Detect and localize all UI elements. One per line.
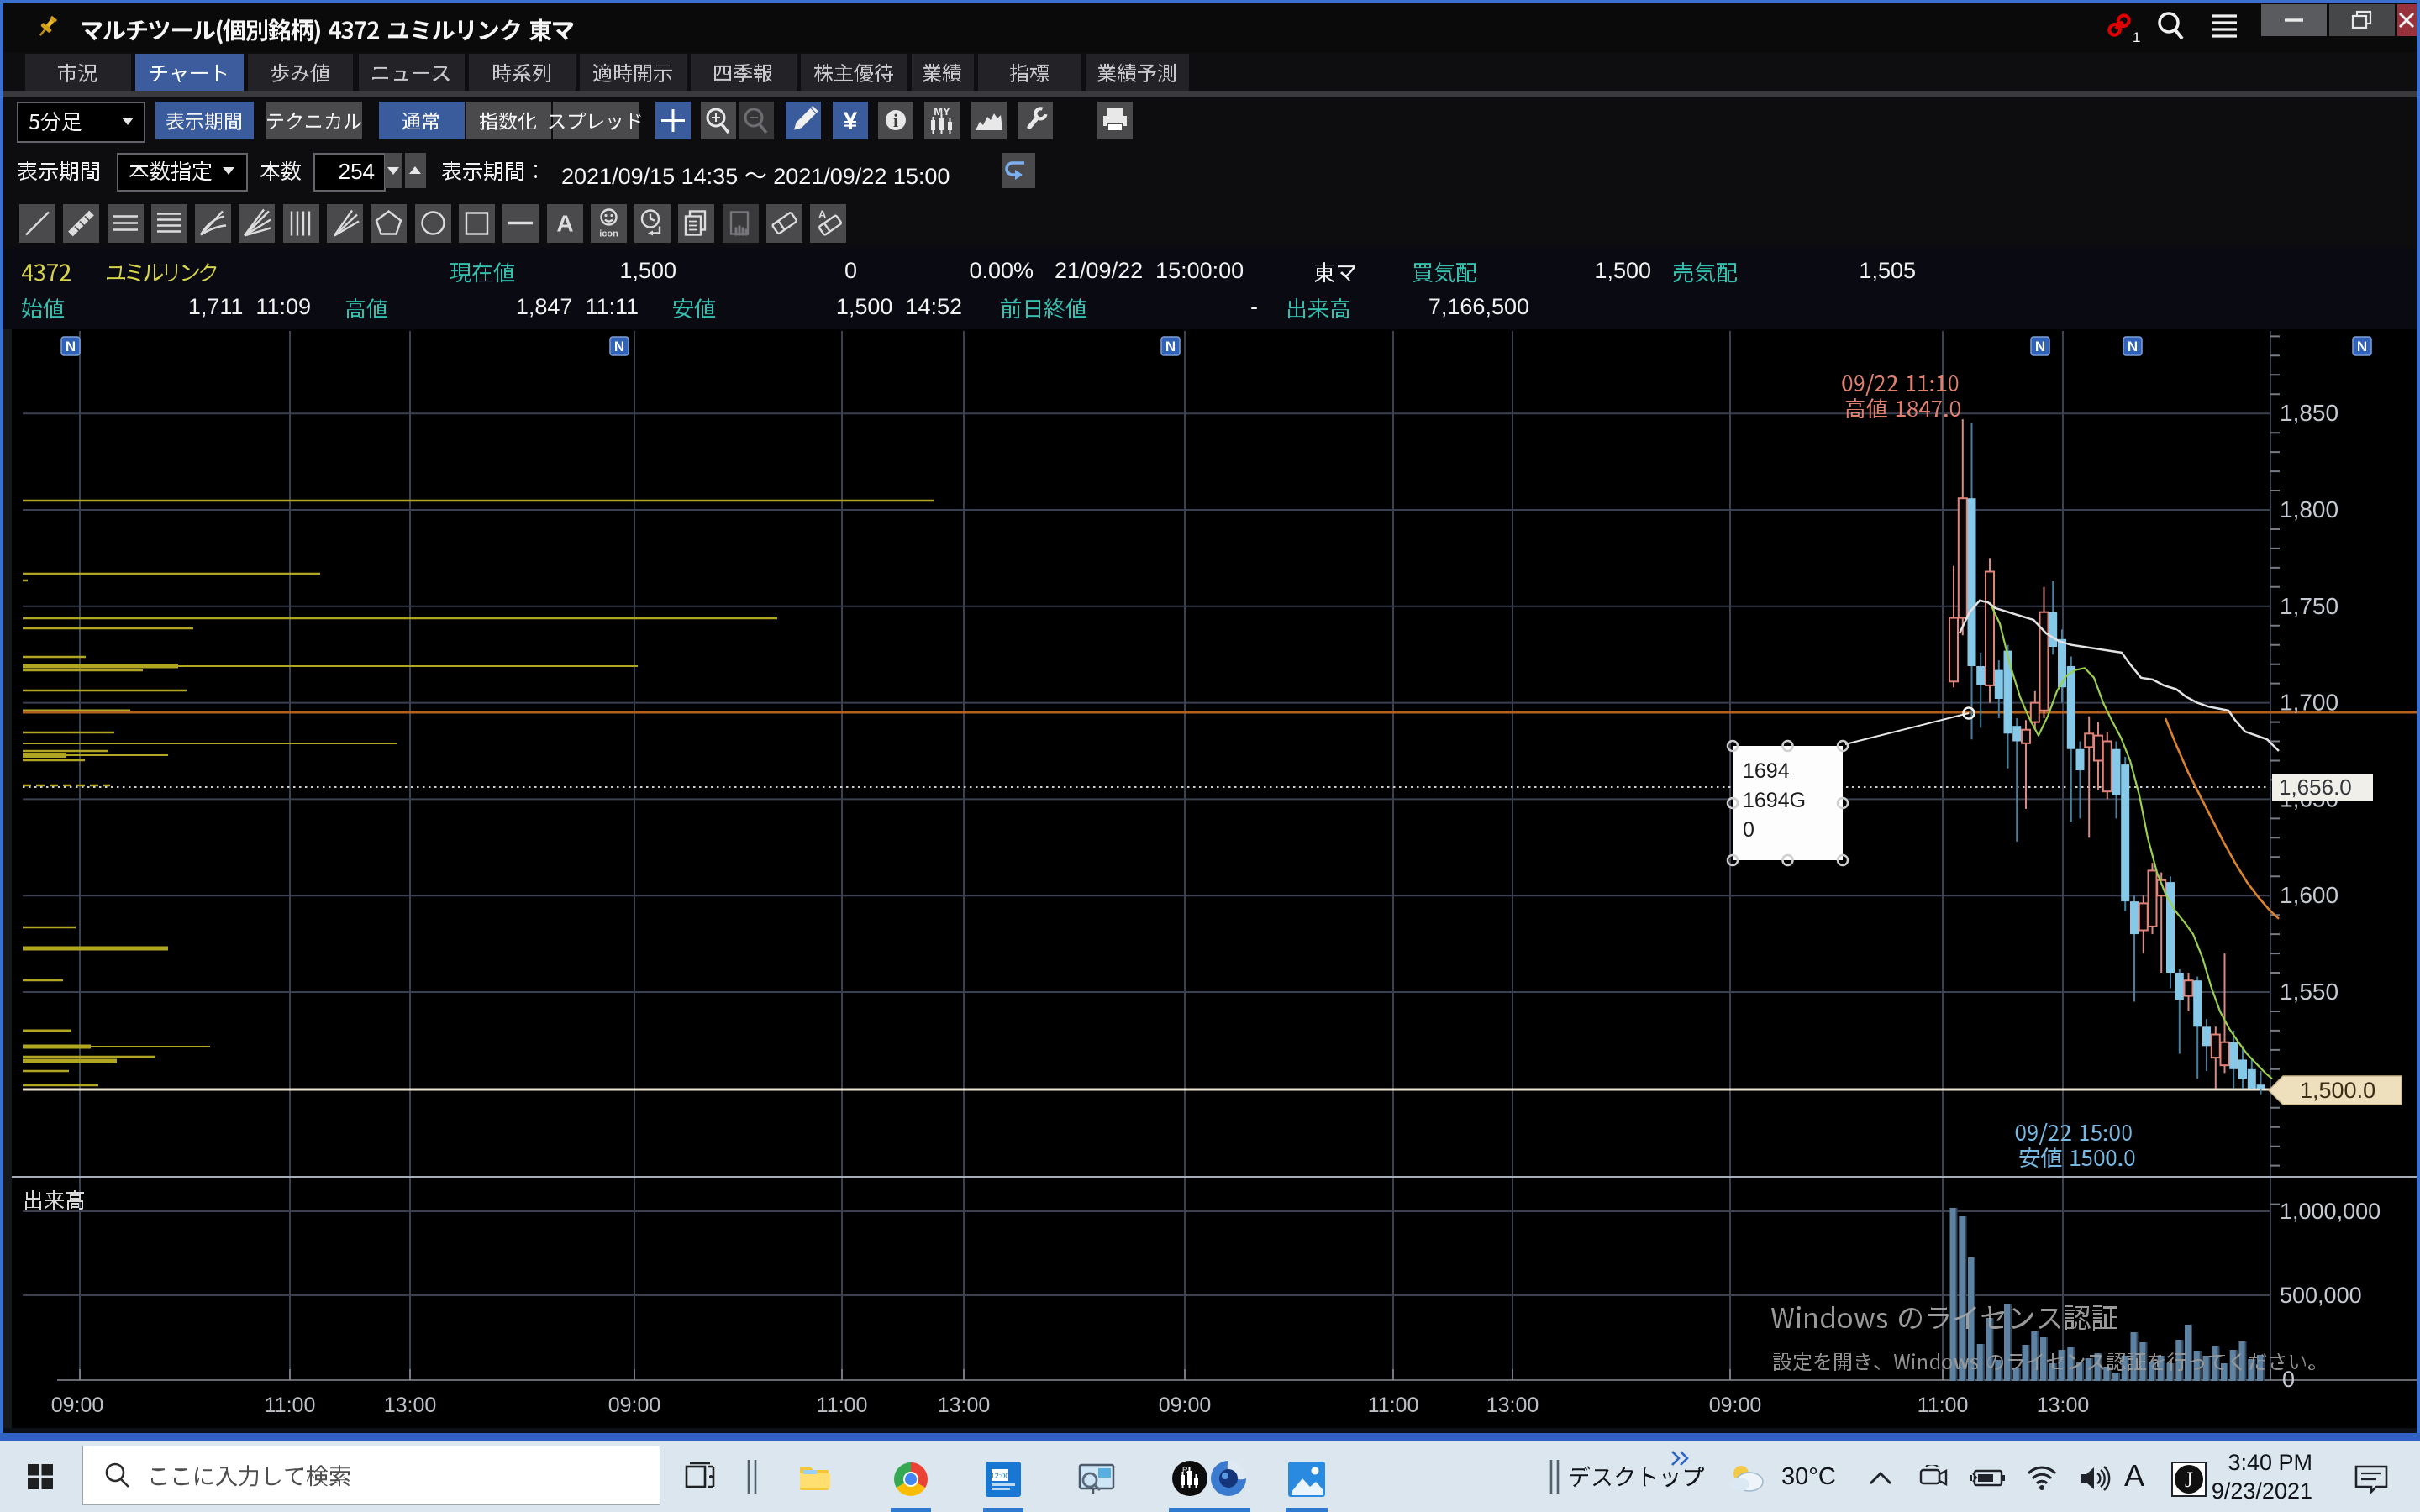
- svg-text:icon: icon: [599, 229, 618, 239]
- svg-text:12:00: 12:00: [991, 1472, 1010, 1480]
- svg-text:N: N: [66, 339, 76, 354]
- svg-text:1694: 1694: [1743, 759, 1790, 783]
- svg-text:11:00: 11:00: [817, 1394, 868, 1417]
- svg-text:1,550: 1,550: [2280, 979, 2338, 1005]
- svg-text:N: N: [2357, 339, 2367, 354]
- svg-text:11:00: 11:00: [265, 1394, 316, 1417]
- svg-text:N: N: [2128, 339, 2138, 354]
- svg-text:0: 0: [1743, 818, 1754, 842]
- svg-text:1,000,000: 1,000,000: [2280, 1199, 2381, 1224]
- svg-text:13:00: 13:00: [2037, 1394, 2090, 1417]
- svg-text:13:00: 13:00: [384, 1394, 437, 1417]
- svg-text:1,800: 1,800: [2280, 496, 2338, 522]
- svg-text:11:00: 11:00: [1918, 1394, 1969, 1417]
- svg-text:11:00: 11:00: [1368, 1394, 1419, 1417]
- svg-text:J: J: [2185, 1467, 2193, 1492]
- svg-text:A: A: [818, 208, 827, 221]
- svg-text:1694G: 1694G: [1743, 789, 1806, 812]
- svg-text:¥: ¥: [844, 108, 858, 135]
- svg-text:A: A: [556, 211, 573, 237]
- svg-text:09:00: 09:00: [51, 1394, 104, 1417]
- svg-text:1,600: 1,600: [2280, 882, 2338, 908]
- svg-text:N: N: [614, 339, 624, 354]
- svg-text:N: N: [1165, 339, 1176, 354]
- svg-text:1,850: 1,850: [2280, 400, 2338, 426]
- svg-text:i: i: [893, 110, 898, 131]
- svg-text:09:00: 09:00: [1709, 1394, 1762, 1417]
- svg-text:1,750: 1,750: [2280, 593, 2338, 619]
- svg-text:09:00: 09:00: [1159, 1394, 1212, 1417]
- svg-text:1,656.0: 1,656.0: [2279, 774, 2352, 800]
- svg-text:13:00: 13:00: [938, 1394, 991, 1417]
- svg-text:500,000: 500,000: [2280, 1283, 2362, 1308]
- svg-text:0: 0: [2282, 1367, 2295, 1392]
- svg-text:09:00: 09:00: [608, 1394, 661, 1417]
- svg-text:1: 1: [2133, 29, 2140, 45]
- svg-text:1,700: 1,700: [2280, 690, 2338, 716]
- svg-text:13:00: 13:00: [1486, 1394, 1539, 1417]
- svg-text:1,500.0: 1,500.0: [2300, 1078, 2375, 1103]
- svg-text:N: N: [2035, 339, 2045, 354]
